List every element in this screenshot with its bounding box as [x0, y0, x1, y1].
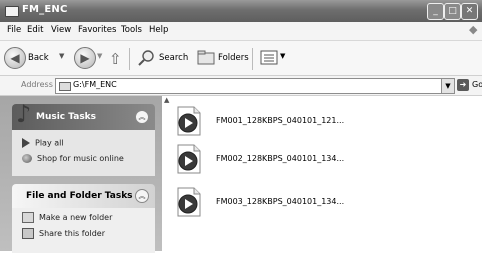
window-title: FM_ENC: [22, 4, 68, 15]
audio-file-icon: [177, 144, 201, 174]
scroll-up-icon[interactable]: ▲: [164, 96, 174, 106]
audio-file-icon: [177, 187, 201, 217]
folder-icon: [5, 6, 19, 17]
file-list: ▲ FM001_128KBPS_040101_121... FM002_128K…: [162, 96, 482, 251]
task-label: Play all: [35, 138, 64, 148]
address-bar: Address G:\FM_ENC ▼ ➜ Go: [0, 76, 482, 96]
music-tasks-panel: ♪ Music Tasks ︽ Play all Shop for music …: [12, 100, 155, 176]
address-path[interactable]: G:\FM_ENC: [73, 80, 117, 89]
menu-file[interactable]: File: [7, 25, 21, 35]
audio-file-icon: [177, 106, 201, 136]
maximize-button[interactable]: □: [444, 3, 461, 20]
address-label: Address: [21, 80, 53, 89]
windows-logo-icon: ◆: [469, 23, 478, 36]
back-arrow-icon[interactable]: ◀: [4, 47, 26, 69]
menu-tools[interactable]: Tools: [121, 25, 142, 35]
views-icon[interactable]: [260, 50, 278, 69]
go-arrow-icon[interactable]: ➜: [457, 79, 469, 91]
task-pane: ♪ Music Tasks ︽ Play all Shop for music …: [0, 96, 162, 253]
collapse-chevron-icon[interactable]: ︽: [135, 189, 149, 203]
file-folder-tasks-title: File and Folder Tasks: [26, 191, 133, 201]
title-bar: FM_ENC _ □ ✕: [0, 0, 482, 22]
task-label: Make a new folder: [39, 213, 113, 222]
search-button-label[interactable]: Search: [159, 53, 188, 63]
menu-favorites[interactable]: Favorites: [78, 25, 116, 35]
menu-edit[interactable]: Edit: [27, 25, 43, 35]
collapse-chevron-icon[interactable]: ︽: [135, 110, 149, 124]
file-folder-tasks-panel: File and Folder Tasks ︽ Make a new folde…: [12, 184, 155, 253]
folders-icon[interactable]: [197, 50, 217, 69]
task-share-folder[interactable]: Share this folder: [22, 228, 105, 239]
file-name: FM003_128KBPS_040101_134...: [216, 197, 345, 206]
address-field[interactable]: G:\FM_ENC ▼: [55, 78, 455, 94]
minimize-button[interactable]: _: [427, 3, 444, 20]
back-dropdown-icon[interactable]: ▼: [59, 52, 64, 60]
close-button[interactable]: ✕: [461, 3, 478, 20]
task-make-new-folder[interactable]: Make a new folder: [22, 212, 112, 223]
file-name: FM001_128KBPS_040101_121...: [216, 116, 345, 125]
music-tasks-title: Music Tasks: [36, 112, 97, 122]
forward-dropdown-icon[interactable]: ▼: [97, 52, 102, 60]
task-label: Shop for music online: [37, 154, 124, 163]
address-dropdown-icon[interactable]: ▼: [441, 79, 454, 93]
menu-view[interactable]: View: [51, 25, 71, 35]
music-tasks-header[interactable]: ♪ Music Tasks ︽: [12, 100, 155, 130]
task-play-all[interactable]: Play all: [22, 138, 64, 148]
task-label: Share this folder: [39, 229, 105, 238]
toolbar-separator: [252, 48, 253, 70]
views-dropdown-icon[interactable]: ▼: [280, 52, 285, 60]
music-tasks-body: Play all Shop for music online: [12, 130, 155, 176]
music-note-icon: ♪: [16, 100, 32, 128]
task-shop-music[interactable]: Shop for music online: [22, 154, 124, 163]
forward-arrow-icon[interactable]: ▶: [74, 47, 96, 69]
share-folder-icon: [22, 228, 34, 239]
back-button-label[interactable]: Back: [28, 53, 49, 63]
globe-icon: [22, 154, 32, 163]
file-folder-tasks-body: Make a new folder Share this folder: [12, 208, 155, 253]
file-folder-tasks-header[interactable]: File and Folder Tasks ︽: [12, 184, 155, 208]
folders-button-label[interactable]: Folders: [218, 53, 249, 63]
toolbar-separator: [129, 48, 130, 70]
menu-bar: File Edit View Favorites Tools Help ◆: [0, 22, 482, 41]
new-folder-icon: [22, 212, 34, 223]
up-folder-icon[interactable]: ⇧: [109, 50, 122, 68]
go-button-label[interactable]: Go: [472, 80, 482, 89]
folder-icon: [59, 82, 71, 91]
toolbar: ◀ Back ▼ ▶ ▼ ⇧ Search Folders ▼: [0, 41, 482, 76]
search-icon[interactable]: [137, 49, 157, 70]
file-name: FM002_128KBPS_040101_134...: [216, 154, 345, 163]
play-icon: [22, 138, 30, 148]
menu-help[interactable]: Help: [149, 25, 168, 35]
